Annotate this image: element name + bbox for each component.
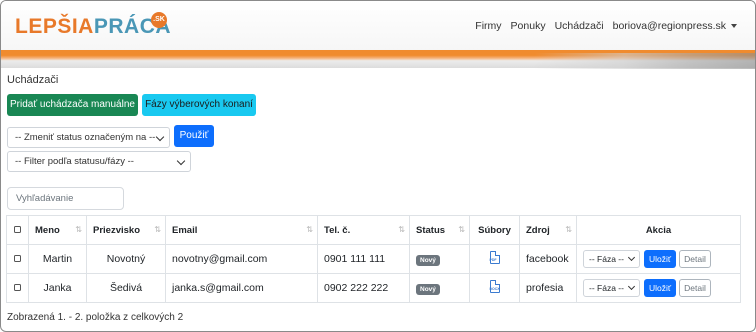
- status-badge: Nový: [416, 254, 440, 266]
- column-header-action: Akcia: [576, 215, 741, 245]
- column-header-status[interactable]: Status: [409, 215, 470, 245]
- chevron-down-icon: [176, 156, 186, 166]
- brand-tld-badge: .SK: [151, 12, 167, 28]
- cell-phone: 0902 222 222: [317, 273, 410, 303]
- phases-button[interactable]: Fázy výberových konaní: [142, 94, 256, 116]
- brand-logo[interactable]: LEPŠIAPRÁCA .SK: [15, 12, 171, 39]
- pdf-file-icon[interactable]: PDF: [489, 251, 500, 264]
- phase-select-value: -- Fáza --: [589, 283, 624, 293]
- select-all-checkbox[interactable]: [14, 225, 21, 233]
- phase-select[interactable]: -- Fáza --: [583, 250, 640, 268]
- nav-item-uchadzaci[interactable]: Uchádzači: [555, 20, 604, 32]
- table-row: Janka Šedivá janka.s@gmail.com 0902 222 …: [6, 273, 741, 303]
- caret-down-icon: [731, 24, 737, 29]
- phase-select[interactable]: -- Fáza --: [583, 279, 640, 297]
- nav-item-firmy[interactable]: Firmy: [475, 20, 501, 32]
- cell-first-name: Janka: [28, 273, 87, 303]
- cell-last-name: Novotný: [86, 244, 166, 274]
- top-navbar: LEPŠIAPRÁCA .SK Firmy Ponuky Uchádzači b…: [1, 1, 755, 53]
- apply-button[interactable]: Použiť: [174, 125, 214, 147]
- select-all-header[interactable]: [6, 215, 29, 245]
- search-placeholder: Vyhľadávanie: [16, 193, 74, 204]
- status-change-select-value: -- Zmeniť status označeným na --: [15, 132, 156, 143]
- cell-files: PDF: [469, 244, 520, 274]
- cell-status: Nový: [409, 244, 470, 274]
- file-type-label: DOCX: [489, 287, 500, 291]
- status-badge: Nový: [416, 283, 440, 295]
- row-checkbox[interactable]: [14, 255, 21, 262]
- save-row-button[interactable]: Uložiť: [644, 279, 676, 297]
- column-header-email[interactable]: Email: [165, 215, 318, 245]
- phase-select-value: -- Fáza --: [589, 254, 624, 264]
- docx-file-icon[interactable]: DOCX: [489, 280, 500, 293]
- row-checkbox[interactable]: [14, 284, 21, 291]
- brand-part1: LEPŠIA: [15, 15, 94, 38]
- column-header-source[interactable]: Zdroj: [519, 215, 577, 245]
- column-header-phone[interactable]: Tel. č.: [317, 215, 410, 245]
- detail-button[interactable]: Detail: [679, 250, 711, 268]
- chevron-down-icon: [155, 132, 165, 142]
- cell-source: profesia: [519, 273, 577, 303]
- chevron-down-icon: [627, 253, 636, 262]
- status-filter-select-value: -- Filter podľa statusu/fázy --: [15, 156, 134, 167]
- column-header-priezvisko[interactable]: Priezvisko: [86, 215, 166, 245]
- cell-status: Nový: [409, 273, 470, 303]
- cell-action: -- Fáza -- Uložiť Detail: [576, 273, 741, 303]
- cell-files: DOCX: [469, 273, 520, 303]
- pagination-info: Zobrazená 1. - 2. položka z celkových 2: [7, 312, 184, 323]
- row-select-cell[interactable]: [6, 244, 29, 274]
- page-title: Uchádzači: [7, 74, 59, 86]
- user-email: boriova@regionpress.sk: [612, 20, 726, 32]
- table-header-row: Meno Priezvisko Email Tel. č. Status Súb…: [6, 215, 741, 245]
- cell-action: -- Fáza -- Uložiť Detail: [576, 244, 741, 274]
- status-change-select[interactable]: -- Zmeniť status označeným na --: [7, 127, 170, 148]
- search-input[interactable]: Vyhľadávanie: [7, 187, 124, 210]
- column-header-files: Súbory: [469, 215, 520, 245]
- nav-links: Firmy Ponuky Uchádzači boriova@regionpre…: [475, 20, 737, 32]
- save-row-button[interactable]: Uložiť: [644, 250, 676, 268]
- file-type-label: PDF: [489, 258, 497, 262]
- cell-last-name: Šedivá: [86, 273, 166, 303]
- cell-email: janka.s@gmail.com: [165, 273, 318, 303]
- cell-email: novotny@gmail.com: [165, 244, 318, 274]
- table-row: Martin Novotný novotny@gmail.com 0901 11…: [6, 244, 741, 274]
- row-select-cell[interactable]: [6, 273, 29, 303]
- user-menu[interactable]: boriova@regionpress.sk: [613, 20, 737, 32]
- detail-button[interactable]: Detail: [679, 279, 711, 297]
- status-filter-select[interactable]: -- Filter podľa statusu/fázy --: [7, 151, 191, 172]
- header-decoration: [535, 53, 755, 69]
- cell-source: facebook: [519, 244, 577, 274]
- chevron-down-icon: [627, 282, 636, 291]
- cell-phone: 0901 111 111: [317, 244, 410, 274]
- candidates-table: Meno Priezvisko Email Tel. č. Status Súb…: [6, 215, 741, 303]
- nav-item-ponuky[interactable]: Ponuky: [511, 20, 546, 32]
- app-window: LEPŠIAPRÁCA .SK Firmy Ponuky Uchádzači b…: [0, 0, 756, 332]
- column-header-meno[interactable]: Meno: [28, 215, 87, 245]
- cell-first-name: Martin: [28, 244, 87, 274]
- add-candidate-button[interactable]: Pridať uchádzača manuálne: [7, 94, 138, 116]
